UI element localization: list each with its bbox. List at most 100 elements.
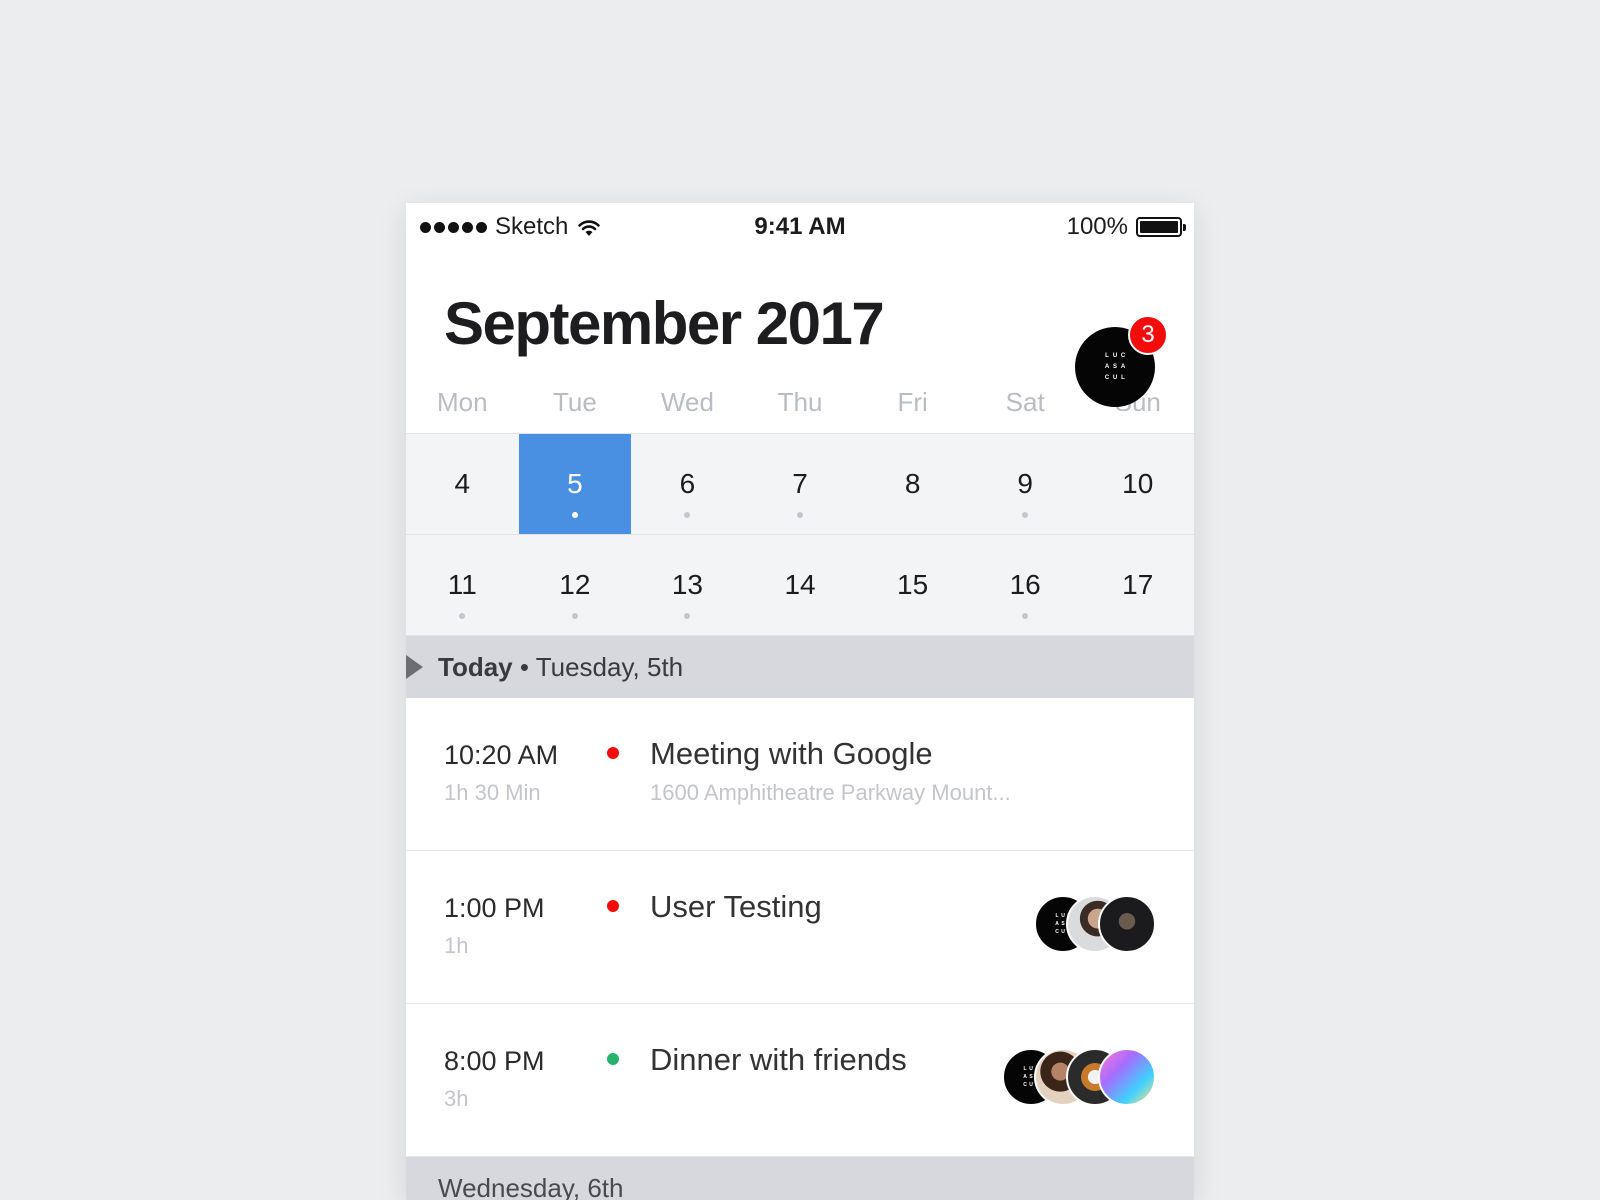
attendee-avatar [1098, 895, 1156, 953]
calendar-week-row: 4 5 6 7 8 9 10 [406, 434, 1194, 535]
weekday-label: Tue [552, 387, 597, 417]
attendee-avatars[interactable]: LUCASACUL [1002, 1048, 1156, 1106]
logo-letter: U [1061, 928, 1065, 935]
weekday-label: Wed [660, 387, 714, 417]
event-time: 1:00 PM [444, 893, 545, 923]
day-number: 7 [792, 468, 808, 499]
calendar-week-row: 11 12 13 14 15 16 17 [406, 535, 1194, 636]
event-row[interactable]: 1:00 PM 1h User Testing LUCASACUL [406, 851, 1194, 1004]
status-bar: Sketch 9:41 AM 100% [406, 203, 1194, 247]
logo-letter: A [1120, 363, 1126, 370]
calendar-day[interactable]: 13 [631, 535, 744, 635]
logo-letter: S [1061, 920, 1065, 927]
day-number: 6 [679, 468, 696, 499]
event-duration: 3h [444, 1086, 469, 1111]
calendar-day[interactable]: 16 [969, 535, 1082, 635]
logo-letter: L [1055, 912, 1059, 919]
day-number: 5 [567, 468, 583, 499]
section-label: Wednesday, 6th [438, 1172, 624, 1200]
event-time: 8:00 PM [444, 1046, 545, 1076]
day-number: 9 [1017, 468, 1033, 499]
event-title: User Testing [650, 889, 822, 924]
day-number: 10 [1122, 468, 1154, 499]
day-number: 13 [671, 569, 704, 600]
day-number: 17 [1122, 569, 1154, 600]
phone-screen: Sketch 9:41 AM 100% September 2017 LUCAS… [406, 203, 1194, 1200]
weekday-label: Fri [897, 387, 928, 417]
event-indicator-dot [459, 613, 466, 619]
calendar-day[interactable]: 10 [1081, 434, 1194, 534]
profile-avatar[interactable]: LUCASACUL 3 [1075, 315, 1168, 407]
event-row[interactable]: 10:20 AM 1h 30 Min Meeting with Google 1… [406, 698, 1194, 851]
event-indicator-dot [1022, 613, 1029, 619]
notification-badge: 3 [1128, 315, 1168, 355]
weekday-label: Thu [777, 387, 823, 417]
day-number: 16 [1009, 569, 1041, 600]
logo-letter: L [1121, 374, 1125, 381]
attendee-avatar [1098, 1048, 1156, 1106]
battery-icon [1136, 217, 1186, 237]
day-number: 15 [897, 569, 929, 600]
logo-letter: C [1023, 1081, 1027, 1088]
battery-percent: 100% [1066, 213, 1128, 240]
event-color-dot [607, 900, 619, 912]
logo-letter: C [1055, 928, 1059, 935]
logo-letter: C [1120, 352, 1126, 359]
event-color-dot [607, 1053, 619, 1065]
logo-letter: U [1061, 912, 1065, 919]
event-location: 1600 Amphitheatre Parkway Mount... [650, 780, 1011, 805]
calendar-header: September 2017 LUCASACUL 3 [406, 247, 1194, 407]
event-indicator-dot [571, 613, 578, 619]
calendar-day[interactable]: 4 [406, 434, 519, 534]
avatar-logo: LUCASACUL [1103, 353, 1127, 382]
day-number: 12 [559, 569, 591, 600]
logo-letter: C [1104, 374, 1110, 381]
logo-letter: A [1023, 1073, 1027, 1080]
logo-letter: L [1023, 1065, 1027, 1072]
calendar-day[interactable]: 7 [744, 434, 857, 534]
today-date: • Tuesday, 5th [512, 651, 684, 682]
calendar-day[interactable]: 6 [631, 434, 744, 534]
logo-letter: A [1104, 363, 1110, 370]
calendar-day[interactable]: 12 [519, 535, 632, 635]
weekday-label: Mon [437, 387, 488, 417]
logo-letter: U [1112, 352, 1118, 359]
event-title: Dinner with friends [650, 1042, 907, 1077]
logo-letter: U [1112, 374, 1118, 381]
status-right: 100% [1066, 213, 1186, 241]
logo-letter: L [1105, 352, 1109, 359]
event-time: 10:20 AM [444, 740, 559, 770]
calendar-day-selected[interactable]: 5 [518, 434, 632, 534]
event-duration: 1h 30 Min [444, 780, 541, 805]
event-duration: 1h [444, 933, 469, 958]
logo-letter: S [1112, 363, 1117, 370]
calendar-day[interactable]: 14 [744, 535, 857, 635]
disclosure-triangle-icon [406, 655, 423, 679]
logo-letter: A [1055, 920, 1059, 927]
event-title: Meeting with Google [650, 736, 933, 771]
calendar-day[interactable]: 15 [856, 535, 969, 635]
weekday-label: Sat [1005, 387, 1045, 417]
event-indicator-dot [797, 512, 804, 518]
event-color-dot [607, 747, 619, 759]
event-indicator-dot [684, 512, 691, 518]
calendar-day[interactable]: 11 [406, 535, 519, 635]
event-indicator-dot [684, 613, 691, 619]
calendar-day[interactable]: 8 [856, 434, 969, 534]
logo-letter: U [1029, 1065, 1033, 1072]
logo-letter: U [1029, 1081, 1033, 1088]
event-indicator-dot [571, 512, 578, 518]
attendee-avatars[interactable]: LUCASACUL [1034, 895, 1156, 953]
calendar-day[interactable]: 9 [969, 434, 1082, 534]
today-section-header: Today • Tuesday, 5th [406, 636, 1194, 698]
today-label: Today [438, 651, 513, 682]
section-label: Today • Tuesday, 5th [438, 652, 683, 683]
next-section-header: Wednesday, 6th [406, 1157, 1194, 1200]
calendar-grid: 4 5 6 7 8 9 10 11 12 13 14 15 16 17 [406, 434, 1194, 636]
day-number: 14 [784, 569, 816, 600]
event-indicator-dot [1022, 512, 1029, 518]
day-number: 8 [904, 468, 921, 499]
logo-letter: S [1029, 1073, 1033, 1080]
event-row[interactable]: 8:00 PM 3h Dinner with friends LUCASACUL [406, 1004, 1194, 1157]
calendar-day[interactable]: 17 [1081, 535, 1194, 635]
